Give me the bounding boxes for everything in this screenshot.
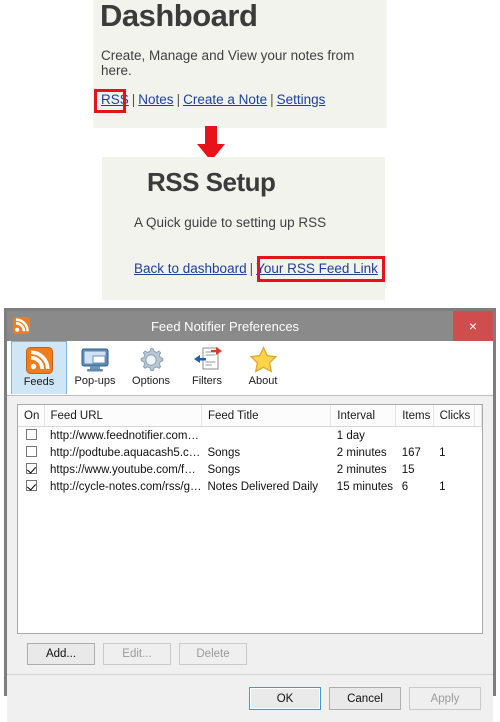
dialog-footer: OK Cancel Apply (7, 674, 493, 722)
apply-button: Apply (409, 687, 481, 710)
cell-interval: 1 day (336, 429, 365, 442)
link-separator: | (176, 92, 181, 107)
cell-spacer (475, 427, 482, 445)
cell-feed-url: http://podtube.aquacash5.c… (50, 446, 201, 459)
cell-clicks (433, 427, 474, 445)
column-header-items[interactable]: Items (395, 405, 434, 427)
gear-icon (137, 344, 165, 375)
table-row[interactable]: https://www.youtube.com/f… Songs 2 minutes… (18, 461, 482, 478)
rss-setup-nav-links: Back to dashboard | Your RSS Feed Link (134, 261, 378, 276)
tab-about[interactable]: About (235, 341, 291, 394)
column-header-spacer (474, 405, 482, 427)
preferences-toolbar: Feeds Pop-ups Options Filters About (7, 341, 493, 396)
cell-items: 6 (401, 480, 409, 493)
tab-label: Feeds (23, 376, 55, 388)
cell-items (396, 427, 433, 445)
table-row[interactable]: http://cycle-notes.com/rss/g… Notes Deliv… (18, 478, 482, 495)
cell-on (18, 478, 44, 495)
rss-setup-subtitle: A Quick guide to setting up RSS (134, 215, 327, 230)
tab-popups[interactable]: Pop-ups (67, 341, 123, 394)
cell-on (18, 427, 44, 445)
dashboard-panel: Dashboard Create, Manage and View your n… (93, 0, 387, 128)
column-header-on[interactable]: On (18, 405, 45, 427)
cell-spacer (475, 444, 482, 461)
star-icon (249, 344, 278, 375)
cell-feed-title (201, 427, 330, 445)
dashboard-subtitle: Create, Manage and View your notes from … (101, 48, 355, 78)
column-header-feed-url[interactable]: Feed URL (44, 405, 202, 427)
feed-action-buttons: Add... Edit... Delete (17, 634, 483, 674)
cell-interval: 2 minutes (336, 463, 387, 476)
cell-feed-title: Songs (207, 446, 241, 459)
cell-interval: 2 minutes (336, 446, 387, 459)
table-row[interactable]: http://podtube.aquacash5.c… Songs 2 minute… (18, 444, 482, 461)
cell-feed-title: Songs (207, 463, 241, 476)
link-separator: | (131, 92, 136, 107)
table-row[interactable]: http://www.feednotifier.com… 1 day (18, 427, 482, 445)
delete-button: Delete (179, 643, 247, 665)
cell-feed-title: Notes Delivered Daily (207, 480, 319, 493)
feed-enabled-checkbox[interactable] (26, 428, 37, 440)
webpage-screenshot-area: Dashboard Create, Manage and View your n… (0, 0, 500, 300)
link-create-a-note[interactable]: Create a Note (183, 92, 267, 107)
cell-items: 15 (401, 463, 415, 476)
add-button[interactable]: Add... (27, 643, 95, 665)
tab-label: Options (132, 375, 170, 387)
tab-feeds[interactable]: Feeds (11, 341, 67, 394)
cell-feed-url: http://cycle-notes.com/rss/g… (50, 480, 202, 493)
column-header-clicks[interactable]: Clicks (433, 405, 476, 427)
feed-enabled-checkbox[interactable] (26, 445, 37, 457)
page-title-dashboard: Dashboard (100, 0, 258, 33)
link-your-rss-feed-link[interactable]: Your RSS Feed Link (256, 261, 378, 276)
rss-icon (25, 345, 53, 376)
rss-icon (13, 317, 30, 334)
feed-enabled-checkbox[interactable] (26, 462, 37, 474)
link-settings[interactable]: Settings (277, 92, 326, 107)
column-header-feed-title[interactable]: Feed Title (201, 405, 332, 427)
cell-spacer (475, 478, 482, 495)
dashboard-nav-links: RSS | Notes | Create a Note | Settings (101, 92, 325, 107)
window-titlebar[interactable]: Feed Notifier Preferences × (7, 311, 493, 341)
tab-filters[interactable]: Filters (179, 341, 235, 394)
link-separator: | (270, 92, 274, 107)
cell-on (18, 444, 44, 461)
cell-clicks (433, 461, 474, 478)
link-back-to-dashboard[interactable]: Back to dashboard (134, 261, 247, 276)
feed-notifier-preferences-window: Feed Notifier Preferences × Feeds Pop-up… (4, 308, 496, 722)
cell-clicks: 1 (439, 446, 446, 459)
cell-interval: 15 minutes (336, 480, 394, 493)
cancel-button[interactable]: Cancel (329, 687, 401, 710)
feeds-panel: On Feed URL Feed Title Interval Items Cl… (7, 396, 493, 674)
link-rss[interactable]: RSS (101, 92, 129, 107)
cell-clicks: 1 (439, 480, 446, 493)
window-title: Feed Notifier Preferences (150, 318, 300, 334)
cell-feed-url: http://www.feednotifier.com… (50, 429, 199, 442)
monitor-icon (81, 344, 109, 375)
page-title-rss-setup: RSS Setup (147, 167, 276, 197)
cell-items: 167 (401, 446, 421, 459)
rss-setup-panel: RSS Setup A Quick guide to setting up RS… (102, 157, 385, 300)
ok-button[interactable]: OK (249, 687, 321, 710)
tab-label: Pop-ups (74, 375, 116, 387)
cell-feed-url: https://www.youtube.com/f… (50, 463, 196, 476)
close-icon[interactable]: × (453, 311, 493, 341)
link-separator: | (249, 261, 254, 276)
tab-label: About (248, 375, 278, 387)
filter-icon (192, 344, 222, 375)
table-header-row: On Feed URL Feed Title Interval Items Cl… (18, 405, 482, 427)
feeds-table-container[interactable]: On Feed URL Feed Title Interval Items Cl… (17, 404, 483, 634)
edit-button: Edit... (103, 643, 171, 665)
feeds-table: On Feed URL Feed Title Interval Items Cl… (18, 405, 482, 495)
tab-options[interactable]: Options (123, 341, 179, 394)
feed-enabled-checkbox[interactable] (26, 479, 37, 491)
column-header-interval[interactable]: Interval (330, 405, 397, 427)
cell-on (18, 461, 44, 478)
link-notes[interactable]: Notes (138, 92, 173, 107)
cell-spacer (475, 461, 482, 478)
tab-label: Filters (192, 375, 222, 387)
